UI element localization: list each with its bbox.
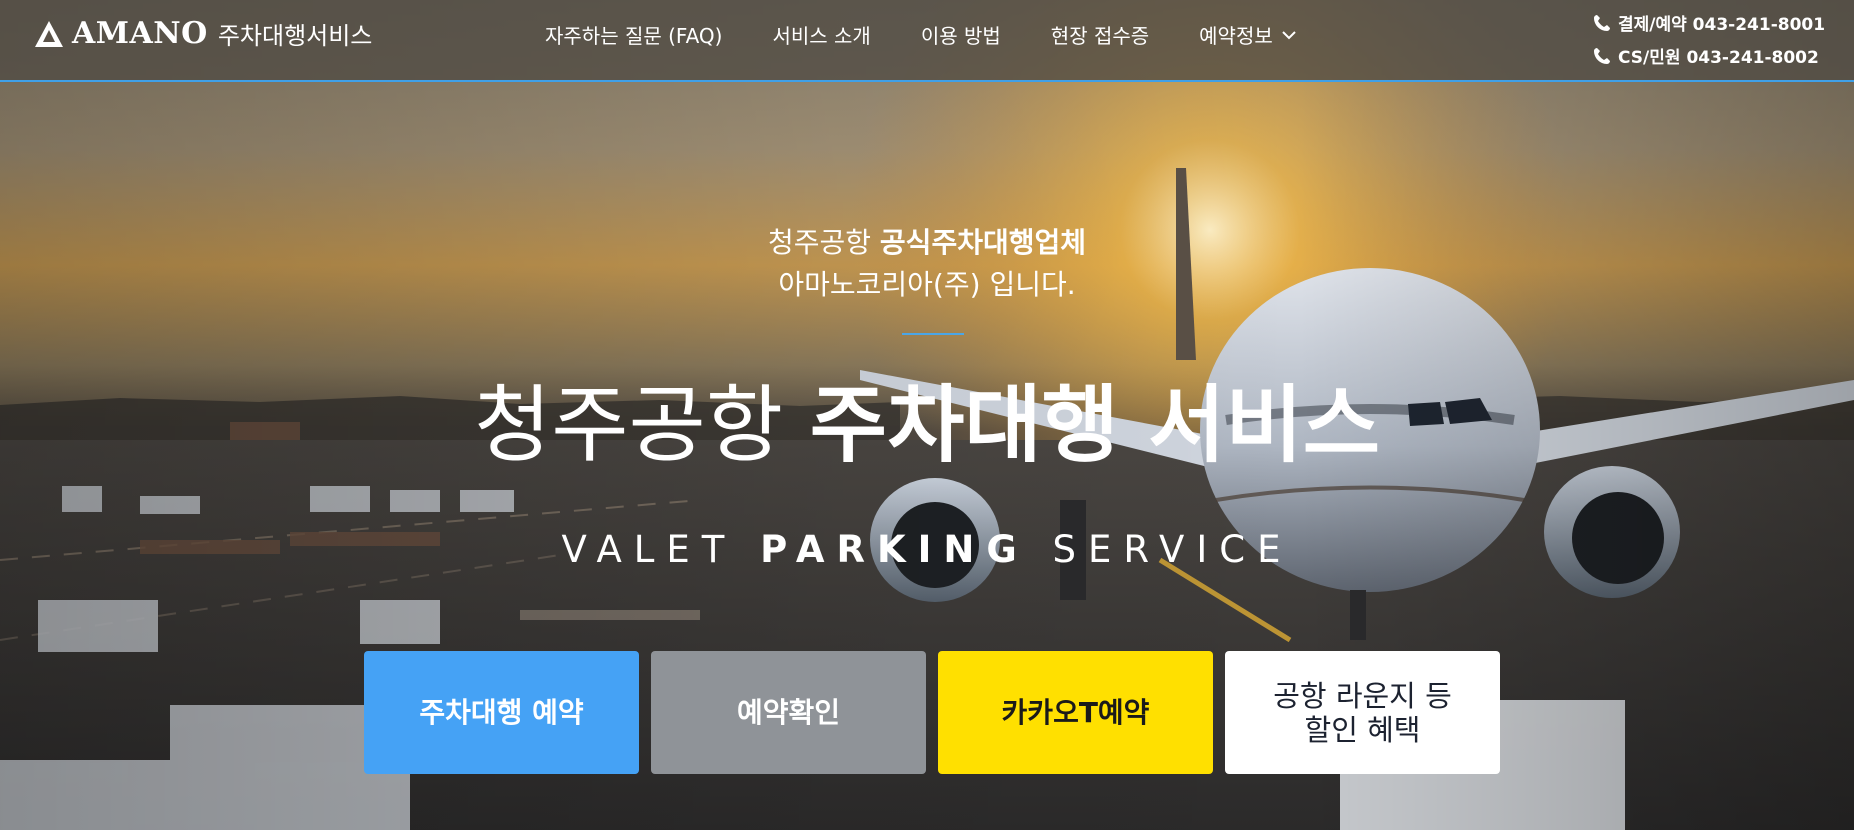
phone-icon (1594, 14, 1610, 31)
lounge-discount-button[interactable]: 공항 라운지 등 할인 혜택 (1225, 651, 1500, 774)
valet-reservation-button[interactable]: 주차대행 예약 (364, 651, 639, 774)
reservation-check-button[interactable]: 예약확인 (651, 651, 926, 774)
kicker-line-1: 청주공항 공식주차대행업체 (0, 222, 1854, 264)
kicker-normal: 청주공항 (767, 226, 880, 259)
button-label-line-1: 공항 라운지 등 (1273, 678, 1452, 713)
contact-info: 결제/예약 043-241-8001 CS/민원 043-241-8002 (1592, 6, 1825, 72)
headline-normal: 청주공항 (473, 376, 810, 474)
nav-item-onsite-receipt[interactable]: 현장 접수증 (1051, 20, 1149, 49)
headline-bold: 주차대행 서비스 (809, 376, 1381, 474)
site-header: AMANO 주차대행서비스 자주하는 질문 (FAQ) 서비스 소개 이용 방법… (0, 0, 1854, 82)
contact-label: CS/민원 043-241-8002 (1618, 48, 1819, 68)
amano-logo-icon (35, 20, 63, 47)
nav-item-faq[interactable]: 자주하는 질문 (FAQ) (545, 20, 722, 49)
action-buttons: 주차대행 예약 예약확인 카카오T예약 공항 라운지 등 할인 혜택 (364, 651, 1500, 774)
contact-label: 결제/예약 043-241-8001 (1618, 15, 1826, 35)
hero-divider (902, 333, 964, 335)
logo-brand: AMANO (72, 16, 208, 51)
kakao-t-reservation-button[interactable]: 카카오T예약 (938, 651, 1213, 774)
nav-item-service-intro[interactable]: 서비스 소개 (772, 20, 870, 49)
button-label-wrap: 공항 라운지 등 할인 혜택 (1273, 679, 1452, 747)
tagline-part-1: VALET (561, 528, 761, 571)
hero-tagline: VALET PARKING SERVICE (0, 528, 1854, 571)
contact-cs[interactable]: CS/민원 043-241-8002 (1592, 39, 1825, 72)
button-label-line-2: 할인 혜택 (1304, 712, 1421, 747)
phone-icon (1594, 47, 1610, 64)
kicker-bold: 공식주차대행업체 (879, 226, 1087, 259)
button-label: 주차대행 예약 (419, 695, 584, 729)
hero-headline: 청주공항 주차대행 서비스 (0, 370, 1854, 480)
tagline-part-2: SERVICE (1028, 528, 1293, 571)
main-nav: 자주하는 질문 (FAQ) 서비스 소개 이용 방법 현장 접수증 예약정보 (545, 20, 1297, 49)
tagline-bold: PARKING (760, 528, 1029, 571)
chevron-down-icon (1282, 30, 1296, 39)
nav-item-label: 자주하는 질문 (FAQ) (545, 24, 723, 48)
nav-item-label: 서비스 소개 (772, 24, 871, 48)
nav-item-how-to-use[interactable]: 이용 방법 (921, 20, 1001, 49)
kicker-line-2: 아마노코리아(주) 입니다. (778, 268, 1076, 301)
contact-payment-reservation[interactable]: 결제/예약 043-241-8001 (1592, 6, 1825, 39)
nav-item-label: 예약정보 (1199, 24, 1273, 48)
button-label: 예약확인 (736, 695, 841, 729)
button-label: 카카오T예약 (1001, 695, 1150, 729)
logo-subtitle: 주차대행서비스 (217, 22, 373, 50)
hero-kicker: 청주공항 공식주차대행업체 아마노코리아(주) 입니다. (0, 222, 1854, 306)
nav-item-label: 현장 접수증 (1050, 24, 1150, 48)
nav-item-label: 이용 방법 (920, 24, 1001, 48)
logo[interactable]: AMANO 주차대행서비스 (34, 16, 372, 51)
nav-item-reservation-info[interactable]: 예약정보 (1199, 20, 1297, 49)
